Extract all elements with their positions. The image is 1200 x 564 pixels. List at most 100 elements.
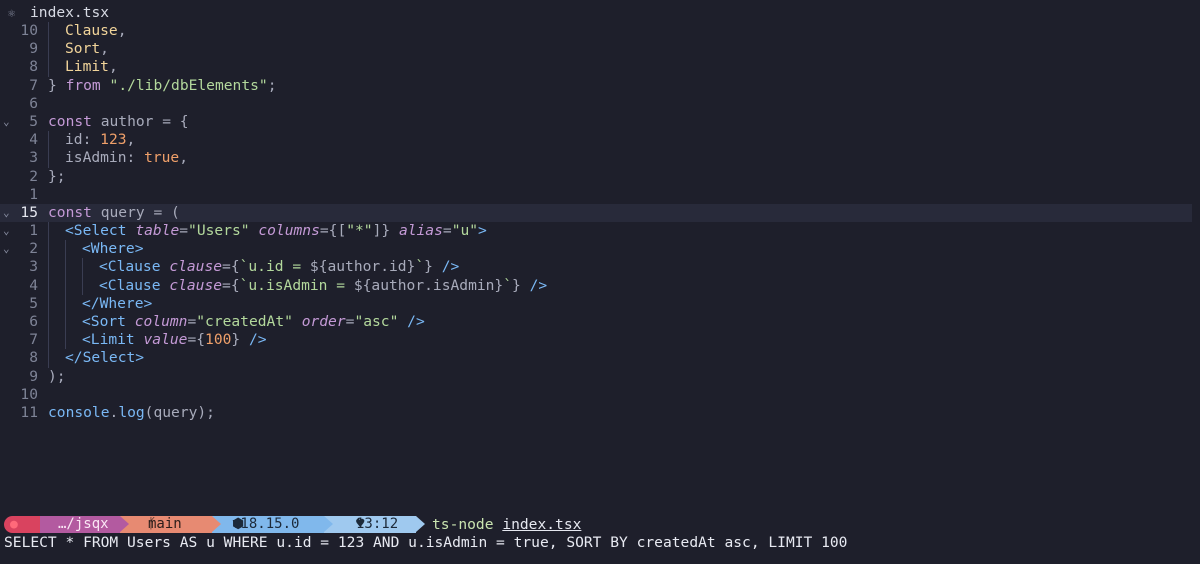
indent-guide bbox=[82, 258, 99, 277]
code-text: <Clause clause={`u.id = ${author.id}`} /… bbox=[48, 258, 459, 277]
code-token: , bbox=[108, 58, 118, 76]
code-line[interactable]: 10 Clause, bbox=[0, 22, 1200, 41]
code-token: from bbox=[65, 76, 101, 94]
code-token: } bbox=[424, 258, 442, 276]
indent-guide bbox=[48, 22, 65, 41]
line-number: 9 bbox=[29, 367, 38, 385]
code-text: const author = { bbox=[48, 113, 189, 131]
line-number: 9 bbox=[29, 40, 38, 58]
tab-filename[interactable]: index.tsx bbox=[30, 4, 109, 22]
indent-guide bbox=[48, 294, 65, 313]
code-token: "asc" bbox=[354, 313, 399, 330]
indent-guide bbox=[65, 313, 82, 332]
code-token: > bbox=[478, 222, 487, 240]
react-icon: ⚛ bbox=[8, 6, 16, 20]
code-token: , bbox=[100, 40, 109, 58]
code-token: <Clause bbox=[99, 276, 161, 294]
code-token: clause bbox=[169, 258, 223, 276]
line-number: 3 bbox=[29, 258, 38, 276]
code-token: /> bbox=[248, 331, 267, 349]
code-line[interactable]: 11 console.log(query); bbox=[0, 404, 1200, 422]
line-number: 6 bbox=[29, 313, 38, 330]
code-token: Clause bbox=[65, 22, 118, 39]
line-number: 15 bbox=[20, 203, 38, 221]
prompt-dir-segment: …/jsqx bbox=[40, 516, 120, 533]
code-token: Limit bbox=[65, 58, 109, 76]
code-token: } bbox=[231, 331, 249, 349]
code-token: query = ( bbox=[91, 203, 180, 221]
code-token: ${author.isAdmin} bbox=[353, 276, 504, 294]
code-line[interactable]: ⌄ 15 const query = ( bbox=[0, 203, 1192, 223]
code-line[interactable]: 4 id: 123, bbox=[0, 131, 1200, 150]
code-token: = bbox=[179, 222, 189, 240]
segment-separator bbox=[324, 516, 333, 532]
code-line[interactable]: ⌄ 2 <Where> bbox=[0, 240, 1200, 259]
code-text: </Where> bbox=[48, 294, 152, 313]
code-line[interactable]: 3 isAdmin: true, bbox=[0, 149, 1200, 168]
code-token: value bbox=[143, 331, 188, 349]
code-token: (query); bbox=[144, 403, 215, 421]
code-token: ` bbox=[415, 258, 425, 276]
code-token: "u" bbox=[451, 222, 479, 240]
command-arg: index.tsx bbox=[502, 516, 582, 533]
code-line[interactable]: 7 <Limit value={100} /> bbox=[0, 331, 1200, 350]
code-line[interactable]: 9 Sort, bbox=[0, 40, 1200, 59]
line-number: 2 bbox=[29, 167, 38, 185]
indent-guide bbox=[48, 349, 65, 368]
indent-guide bbox=[48, 149, 65, 168]
code-token: 123 bbox=[100, 131, 127, 149]
code-token: isAdmin: bbox=[65, 149, 145, 167]
prompt-time: 13:12 bbox=[356, 516, 399, 532]
code-line[interactable]: 2}; bbox=[0, 168, 1200, 186]
code-token: ); bbox=[48, 367, 66, 385]
line-number: 1 bbox=[29, 185, 38, 203]
code-line[interactable]: 8 </Select> bbox=[0, 349, 1200, 368]
code-line[interactable]: 6 <Sort column="createdAt" order="asc" /> bbox=[0, 313, 1200, 332]
code-line[interactable]: 3 <Clause clause={`u.id = ${author.id}`} … bbox=[0, 258, 1200, 277]
shell-prompt: ● …/jsqx ᚴ main ⬢ v18.15.0 ♥ 13:12 ts-no… bbox=[0, 515, 1200, 534]
indent-guide bbox=[65, 276, 82, 295]
code-line[interactable]: 7} from "./lib/dbElements"; bbox=[0, 77, 1200, 95]
code-text: const query = ( bbox=[48, 204, 180, 222]
indent-guide bbox=[48, 331, 65, 350]
indent-guide bbox=[65, 240, 82, 259]
code-text: }; bbox=[48, 168, 66, 186]
code-token: /> bbox=[529, 276, 548, 294]
code-token: ={[ bbox=[319, 222, 347, 240]
indent-guide bbox=[65, 294, 82, 313]
terminal-command[interactable]: ts-node index.tsx bbox=[432, 516, 581, 533]
indent-guide bbox=[65, 258, 82, 277]
code-token: <Limit bbox=[82, 331, 135, 349]
line-number: 5 bbox=[29, 294, 38, 312]
indent-guide bbox=[48, 313, 65, 332]
code-line[interactable]: 5 </Where> bbox=[0, 294, 1200, 313]
code-text: <Sort column="createdAt" order="asc" /> bbox=[48, 313, 425, 332]
line-number: 2 bbox=[29, 240, 38, 258]
code-line[interactable]: ⌄ 1 <Select table="Users" columns={["*"]} … bbox=[0, 222, 1200, 241]
code-line[interactable]: 4 <Clause clause={`u.isAdmin = ${author.i… bbox=[0, 276, 1200, 295]
line-number: 4 bbox=[29, 131, 38, 149]
code-line[interactable]: 1 bbox=[0, 186, 1200, 204]
code-token: ${author.id} bbox=[309, 258, 416, 276]
code-token: id: bbox=[65, 131, 101, 149]
code-editor[interactable]: 10 Clause, 9 Sort, 8 Limit, 7} from "./lib/dbE… bbox=[0, 22, 1200, 422]
indent-guide bbox=[48, 131, 65, 150]
code-token: } bbox=[48, 76, 66, 94]
line-number: 10 bbox=[20, 385, 38, 403]
line-number: 3 bbox=[29, 149, 38, 167]
code-line[interactable]: 10 bbox=[0, 386, 1200, 404]
segment-separator bbox=[416, 516, 425, 532]
line-number: 11 bbox=[20, 403, 38, 421]
indent-guide bbox=[48, 58, 65, 77]
code-token: Sort bbox=[65, 40, 101, 58]
code-line[interactable]: ⌄ 5 const author = { bbox=[0, 113, 1200, 131]
code-token: ={ bbox=[222, 258, 240, 276]
code-line[interactable]: 8 Limit, bbox=[0, 58, 1200, 77]
line-number: 7 bbox=[29, 76, 38, 94]
code-line[interactable]: 6 bbox=[0, 95, 1200, 113]
code-token: ` bbox=[503, 276, 513, 294]
code-text: </Select> bbox=[48, 349, 144, 368]
code-line[interactable]: 9); bbox=[0, 368, 1200, 386]
